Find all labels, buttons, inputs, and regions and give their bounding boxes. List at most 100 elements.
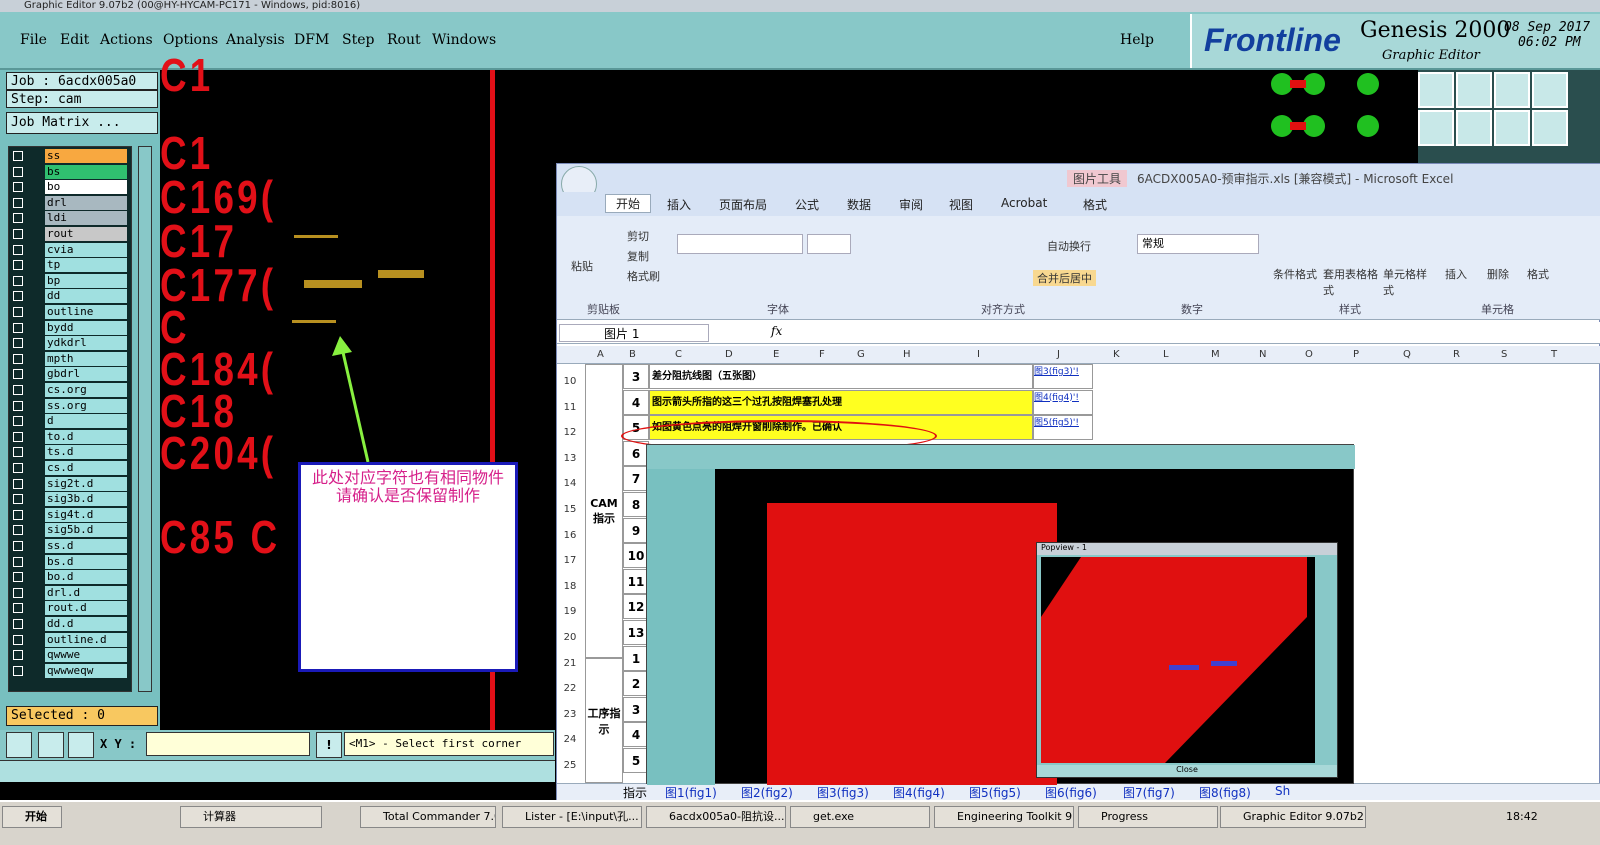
- fig-link[interactable]: 图5(fig5)'!: [1033, 415, 1093, 441]
- row-header[interactable]: 15: [557, 504, 583, 515]
- layer-row[interactable]: d: [9, 414, 133, 429]
- tool-icon[interactable]: [1532, 110, 1568, 146]
- column-header[interactable]: I: [977, 349, 980, 360]
- tool-icon[interactable]: [1418, 72, 1454, 108]
- layer-row[interactable]: ss.d: [9, 539, 133, 554]
- layer-row[interactable]: rout.d: [9, 601, 133, 616]
- row-header[interactable]: 23: [557, 709, 583, 720]
- layer-row[interactable]: bo: [9, 180, 133, 195]
- layer-checkbox[interactable]: [13, 431, 23, 442]
- tool-icon[interactable]: [1456, 110, 1492, 146]
- row-header[interactable]: 17: [557, 555, 583, 566]
- grid-tool-icon[interactable]: [68, 732, 94, 758]
- layer-checkbox[interactable]: [13, 634, 23, 645]
- layer-checkbox[interactable]: [13, 275, 23, 286]
- column-header[interactable]: S: [1501, 349, 1507, 360]
- tab-view[interactable]: 视图: [949, 196, 973, 213]
- layer-row[interactable]: sig4t.d: [9, 507, 133, 523]
- layer-row[interactable]: outline.d: [9, 632, 133, 648]
- layer-checkbox[interactable]: [13, 541, 23, 551]
- tab-formulas[interactable]: 公式: [795, 196, 819, 213]
- row-header[interactable]: 25: [557, 760, 583, 771]
- layer-row[interactable]: dd.d: [9, 617, 133, 632]
- row-header[interactable]: 10: [557, 376, 583, 387]
- layer-row[interactable]: sig2t.d: [9, 476, 133, 492]
- row-header[interactable]: 24: [557, 734, 583, 745]
- tool-icon[interactable]: [1456, 72, 1492, 108]
- layer-checkbox[interactable]: [13, 587, 23, 598]
- sheet-tab[interactable]: 图8(fig8): [1199, 784, 1251, 801]
- fig-link[interactable]: 图4(fig4)'!: [1033, 389, 1093, 415]
- layer-row[interactable]: qwwwe: [9, 648, 133, 663]
- measure-tool-icon[interactable]: [38, 732, 64, 758]
- layer-row[interactable]: cvia: [9, 242, 133, 258]
- layer-checkbox[interactable]: [13, 260, 23, 271]
- row-header[interactable]: 12: [557, 427, 583, 438]
- column-header[interactable]: J: [1057, 349, 1060, 360]
- layer-checkbox[interactable]: [13, 291, 23, 302]
- row-header[interactable]: 16: [557, 530, 583, 541]
- row-header[interactable]: 18: [557, 581, 583, 592]
- paste-button[interactable]: 粘贴: [571, 258, 593, 274]
- row-header[interactable]: 13: [557, 453, 583, 464]
- row-header[interactable]: 14: [557, 478, 583, 489]
- tab-home[interactable]: 开始: [605, 194, 652, 213]
- layer-row[interactable]: ss.org: [9, 398, 133, 414]
- tab-insert[interactable]: 插入: [667, 196, 691, 213]
- tab-data[interactable]: 数据: [847, 196, 871, 213]
- layer-row[interactable]: bo.d: [9, 570, 133, 585]
- layer-checkbox[interactable]: [13, 650, 23, 661]
- layer-checkbox[interactable]: [13, 525, 23, 536]
- column-header[interactable]: M: [1211, 349, 1220, 360]
- layer-row[interactable]: bp: [9, 273, 133, 289]
- copy-button[interactable]: 复制: [627, 248, 649, 264]
- job-matrix-button[interactable]: Job Matrix ...: [6, 112, 158, 134]
- insert-cells-button[interactable]: 插入: [1445, 266, 1467, 282]
- layer-checkbox[interactable]: [13, 400, 23, 411]
- table-format-button[interactable]: 套用表格格式: [1323, 266, 1379, 298]
- row-header[interactable]: 20: [557, 632, 583, 643]
- layer-checkbox[interactable]: [13, 494, 23, 505]
- layer-row[interactable]: bs: [9, 164, 133, 180]
- command-bar[interactable]: [0, 760, 555, 782]
- layer-checkbox[interactable]: [13, 338, 23, 349]
- name-box[interactable]: 图片 1: [559, 324, 709, 342]
- layer-row[interactable]: ydkdrl: [9, 336, 133, 351]
- taskbar-item[interactable]: Lister - [E:\input\孔...: [502, 806, 642, 828]
- xy-input[interactable]: [146, 732, 310, 756]
- fig-link[interactable]: 图3(fig3)'!: [1033, 364, 1093, 389]
- layer-checkbox[interactable]: [13, 509, 23, 520]
- layer-checkbox[interactable]: [13, 307, 23, 317]
- layer-checkbox[interactable]: [13, 603, 23, 614]
- sheet-tab[interactable]: 图5(fig5): [969, 784, 1021, 801]
- layer-scrollbar[interactable]: [138, 146, 152, 692]
- menu-rout[interactable]: Rout: [387, 32, 421, 48]
- layer-checkbox[interactable]: [13, 478, 23, 489]
- menu-file[interactable]: File: [20, 32, 47, 48]
- row-header[interactable]: 22: [557, 683, 583, 694]
- taskbar-item[interactable]: get.exe: [790, 806, 930, 828]
- layer-checkbox[interactable]: [13, 166, 23, 177]
- fx-icon[interactable]: fx: [771, 324, 782, 338]
- menu-edit[interactable]: Edit: [60, 32, 89, 48]
- layer-checkbox[interactable]: [13, 353, 23, 364]
- layer-row[interactable]: drl: [9, 195, 133, 211]
- taskbar-item[interactable]: Total Commander 7.0...: [360, 806, 496, 828]
- font-name-select[interactable]: [677, 234, 803, 254]
- sheet-tab[interactable]: 图7(fig7): [1123, 784, 1175, 801]
- number-format-select[interactable]: 常规: [1137, 234, 1259, 254]
- column-header[interactable]: K: [1113, 349, 1120, 360]
- layer-row[interactable]: tp: [9, 258, 133, 273]
- cell-style-button[interactable]: 单元格样式: [1383, 266, 1427, 298]
- instruction-cell[interactable]: 差分阻抗线图（五张图）: [649, 364, 1033, 389]
- menu-actions[interactable]: Actions: [100, 32, 153, 48]
- layer-row[interactable]: gbdrl: [9, 367, 133, 382]
- layer-checkbox[interactable]: [13, 385, 23, 395]
- merge-center-button[interactable]: 合并后居中: [1033, 270, 1096, 286]
- layer-checkbox[interactable]: [13, 322, 23, 333]
- taskbar-item[interactable]: Progress: [1078, 806, 1218, 828]
- tab-format[interactable]: 格式: [1083, 196, 1107, 213]
- layer-checkbox[interactable]: [13, 447, 23, 458]
- popview-close-button[interactable]: Close: [1037, 765, 1337, 777]
- layer-row[interactable]: ts.d: [9, 445, 133, 460]
